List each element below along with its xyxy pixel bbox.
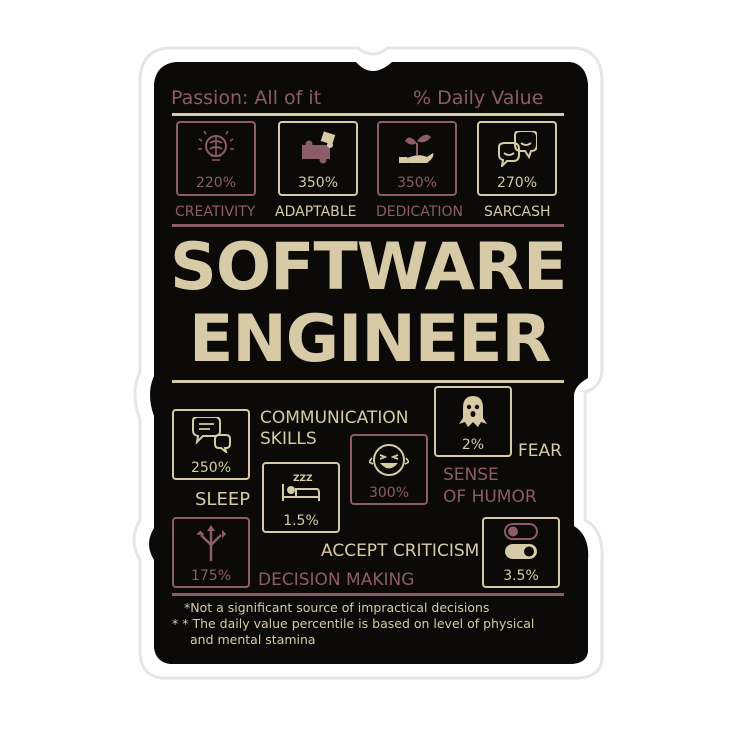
title-top-rule <box>172 224 564 227</box>
sarcash-box: 270% <box>477 121 557 196</box>
adaptable-box: 350% <box>278 121 358 196</box>
split-arrows-icon <box>196 525 227 561</box>
header-daily-value: % Daily Value <box>413 87 544 109</box>
laughing-face-icon <box>369 444 409 476</box>
creativity-box: 220% <box>176 121 256 196</box>
puzzle-icon <box>302 131 336 164</box>
criticism-value: 3.5% <box>503 568 539 584</box>
footnote-1: *Not a significant source of impractical… <box>184 600 490 615</box>
communication-label-1: COMMUNICATION <box>260 408 409 428</box>
chat-smile-icon <box>498 131 537 167</box>
header-passion: Passion: All of it <box>171 87 322 109</box>
sleep-value: 1.5% <box>283 513 319 529</box>
communication-value: 250% <box>190 460 232 476</box>
title-line1: SOFTWARE <box>170 230 567 305</box>
footnote-3: and mental stamina <box>190 632 316 647</box>
decision-label: DECISION MAKING <box>258 570 415 590</box>
fear-box: 2% <box>434 386 512 457</box>
criticism-label: ACCEPT CRITICISM <box>321 541 480 561</box>
sleeping-bed-icon: ZZZ <box>282 474 320 501</box>
svg-text:ZZZ: ZZZ <box>293 474 313 484</box>
plant-hand-icon <box>399 134 434 163</box>
title-bottom-rule <box>172 380 564 383</box>
brain-bulb-icon <box>198 131 234 161</box>
communication-label-2: SKILLS <box>260 429 317 449</box>
toggle-switch-icon <box>504 523 538 559</box>
creativity-value: 220% <box>195 175 237 191</box>
footnote-2: * * The daily value percentile is based … <box>172 616 535 631</box>
communication-box: 250% <box>172 409 250 480</box>
sleep-box: ZZZ 1.5% <box>262 462 340 533</box>
speech-bubbles-icon <box>192 417 231 453</box>
adaptable-label: ADAPTABLE <box>275 204 357 220</box>
fear-label: FEAR <box>518 441 562 461</box>
decision-value: 175% <box>190 568 232 584</box>
sleep-label: SLEEP <box>195 489 251 510</box>
dedication-box: 350% <box>377 121 457 196</box>
humor-label-2: OF HUMOR <box>443 487 537 507</box>
fear-value: 2% <box>461 437 485 453</box>
ghost-icon <box>459 396 487 427</box>
title-line2: ENGINEER <box>189 302 552 377</box>
decision-box: 175% <box>172 517 250 588</box>
header-rule <box>172 113 564 116</box>
humor-value: 300% <box>368 485 410 501</box>
humor-label-1: SENSE <box>443 465 499 485</box>
dedication-label: DEDICATION <box>376 204 463 220</box>
adaptable-value: 350% <box>297 175 339 191</box>
footnote-rule <box>172 593 564 596</box>
sarcash-label: SARCASH <box>484 204 551 220</box>
sticker: Passion: All of it % Daily Value 220% CR… <box>0 0 736 736</box>
criticism-box: 3.5% <box>482 517 560 588</box>
dedication-value: 350% <box>396 175 438 191</box>
sarcash-value: 270% <box>496 175 538 191</box>
creativity-label: CREATIVITY <box>175 204 256 220</box>
humor-box: 300% <box>350 434 428 505</box>
